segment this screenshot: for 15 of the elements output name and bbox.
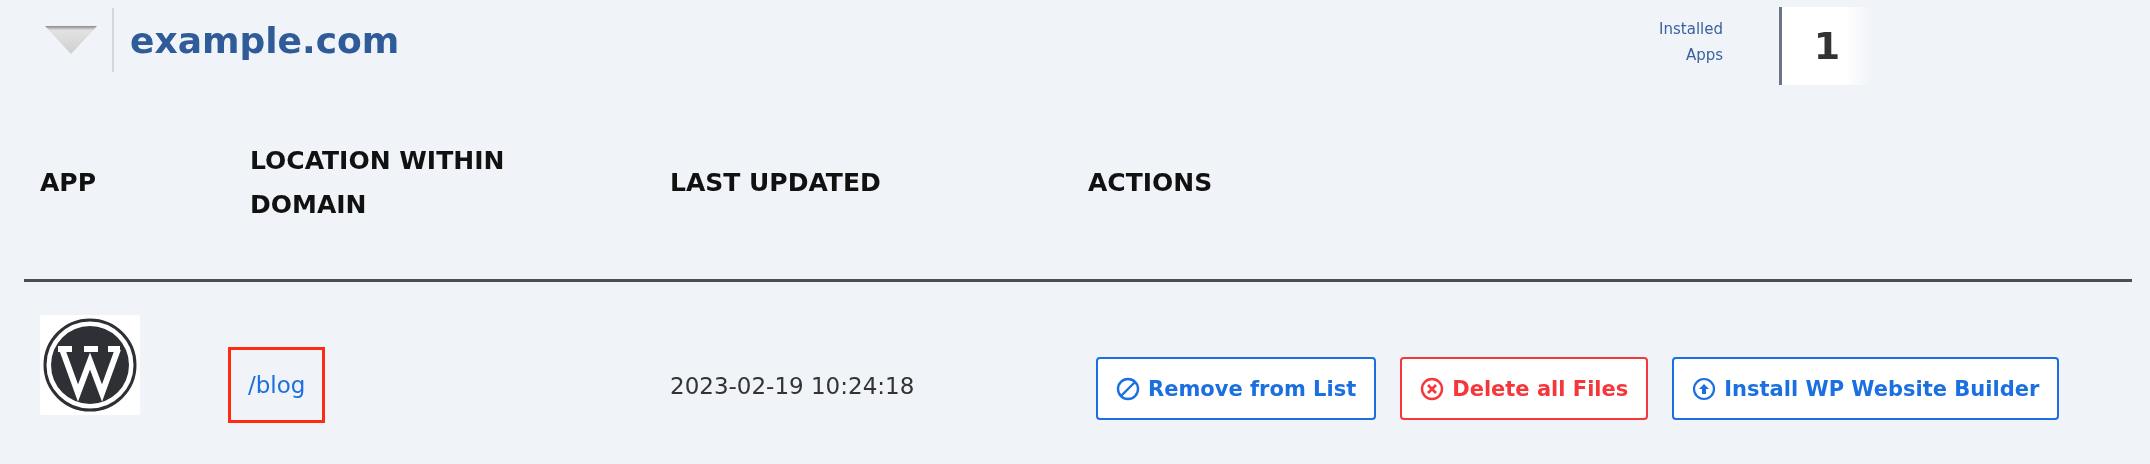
column-header: ACTIONS: [1088, 167, 1214, 199]
delete-button[interactable]: Delete all Files: [1400, 357, 1649, 420]
domain-title: example.com: [130, 19, 400, 61]
location-link[interactable]: /blog: [228, 347, 326, 423]
caret-icon[interactable]: [44, 25, 98, 55]
last-updated-text: 2023-02-19 10:24:18: [670, 373, 915, 399]
column-header: LOCATION WITHIN DOMAIN: [250, 145, 506, 221]
close-icon: [1420, 376, 1445, 401]
column-header: LAST UPDATED: [670, 167, 882, 199]
prohibited-icon: [1116, 376, 1140, 401]
wordpress-logo-icon: [40, 315, 140, 415]
counter-label: Installed Apps: [1658, 19, 1723, 66]
upload-icon: [1692, 376, 1717, 401]
install-button[interactable]: Install WP Website Builder: [1672, 357, 2060, 420]
remove-button[interactable]: Remove from List: [1096, 357, 1377, 420]
